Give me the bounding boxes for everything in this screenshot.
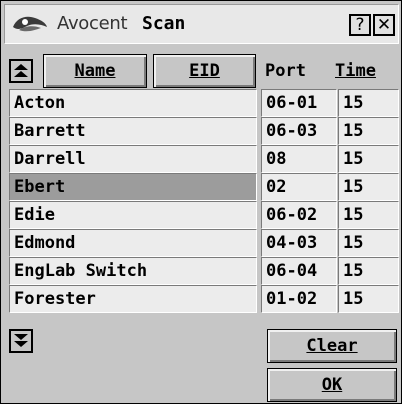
table-row[interactable]: Darrell 08 15 [9,145,399,173]
name-header-label: Name [74,61,116,81]
server-name[interactable]: Ebert [9,173,257,201]
table-row[interactable]: Edmond 04-03 15 [9,229,399,257]
scan-time[interactable]: 15 [338,173,399,201]
server-name[interactable]: Acton [9,89,257,117]
server-name[interactable]: Forester [9,285,257,313]
double-chevron-up-icon [14,64,28,77]
scan-time[interactable]: 15 [338,201,399,229]
sort-by-eid-button[interactable]: EID [153,54,256,88]
server-port: 02 [261,173,337,201]
scan-time[interactable]: 15 [338,117,399,145]
table-row[interactable]: EngLab Switch 06-04 15 [9,257,399,285]
ok-button[interactable]: OK [267,368,397,402]
double-chevron-down-icon [14,334,28,347]
eid-header-label: EID [189,61,220,81]
server-port: 06-04 [261,257,337,285]
clear-button[interactable]: Clear [267,329,397,363]
avocent-logo-icon [13,16,47,32]
scroll-up-button[interactable] [9,59,33,83]
server-name[interactable]: Edmond [9,229,257,257]
title-bar[interactable]: Avocent Scan ? ✕ [4,4,399,44]
help-button[interactable]: ? [349,14,371,36]
port-column-header: Port [265,61,306,81]
server-name[interactable]: EngLab Switch [9,257,257,285]
scan-time[interactable]: 15 [338,89,399,117]
server-port: 01-02 [261,285,337,313]
time-column-header[interactable]: Time [335,61,376,81]
scan-list: Acton 06-01 15 Barrett 06-03 15 Darrell … [9,89,399,321]
server-name[interactable]: Edie [9,201,257,229]
scan-time[interactable]: 15 [338,145,399,173]
server-port: 06-01 [261,89,337,117]
sort-by-name-button[interactable]: Name [43,54,147,88]
table-row[interactable]: Edie 06-02 15 [9,201,399,229]
server-name[interactable]: Darrell [9,145,257,173]
server-port: 06-03 [261,117,337,145]
server-port: 08 [261,145,337,173]
brand-text: Avocent [57,13,128,34]
table-row-selected[interactable]: Ebert 02 15 [9,173,399,201]
ok-button-label: OK [321,375,343,395]
scan-time[interactable]: 15 [338,257,399,285]
table-row[interactable]: Forester 01-02 15 [9,285,399,313]
table-row[interactable]: Acton 06-01 15 [9,89,399,117]
scan-time[interactable]: 15 [338,229,399,257]
scan-time[interactable]: 15 [338,285,399,313]
server-port: 06-02 [261,201,337,229]
server-name[interactable]: Barrett [9,117,257,145]
window-title: Scan [142,13,186,34]
close-button[interactable]: ✕ [373,14,395,36]
scroll-down-button[interactable] [9,329,33,353]
table-row[interactable]: Barrett 06-03 15 [9,117,399,145]
clear-button-label: Clear [306,336,358,356]
server-port: 04-03 [261,229,337,257]
avocent-scan-window: Avocent Scan ? ✕ Name EID Port Time Acto… [0,0,402,404]
